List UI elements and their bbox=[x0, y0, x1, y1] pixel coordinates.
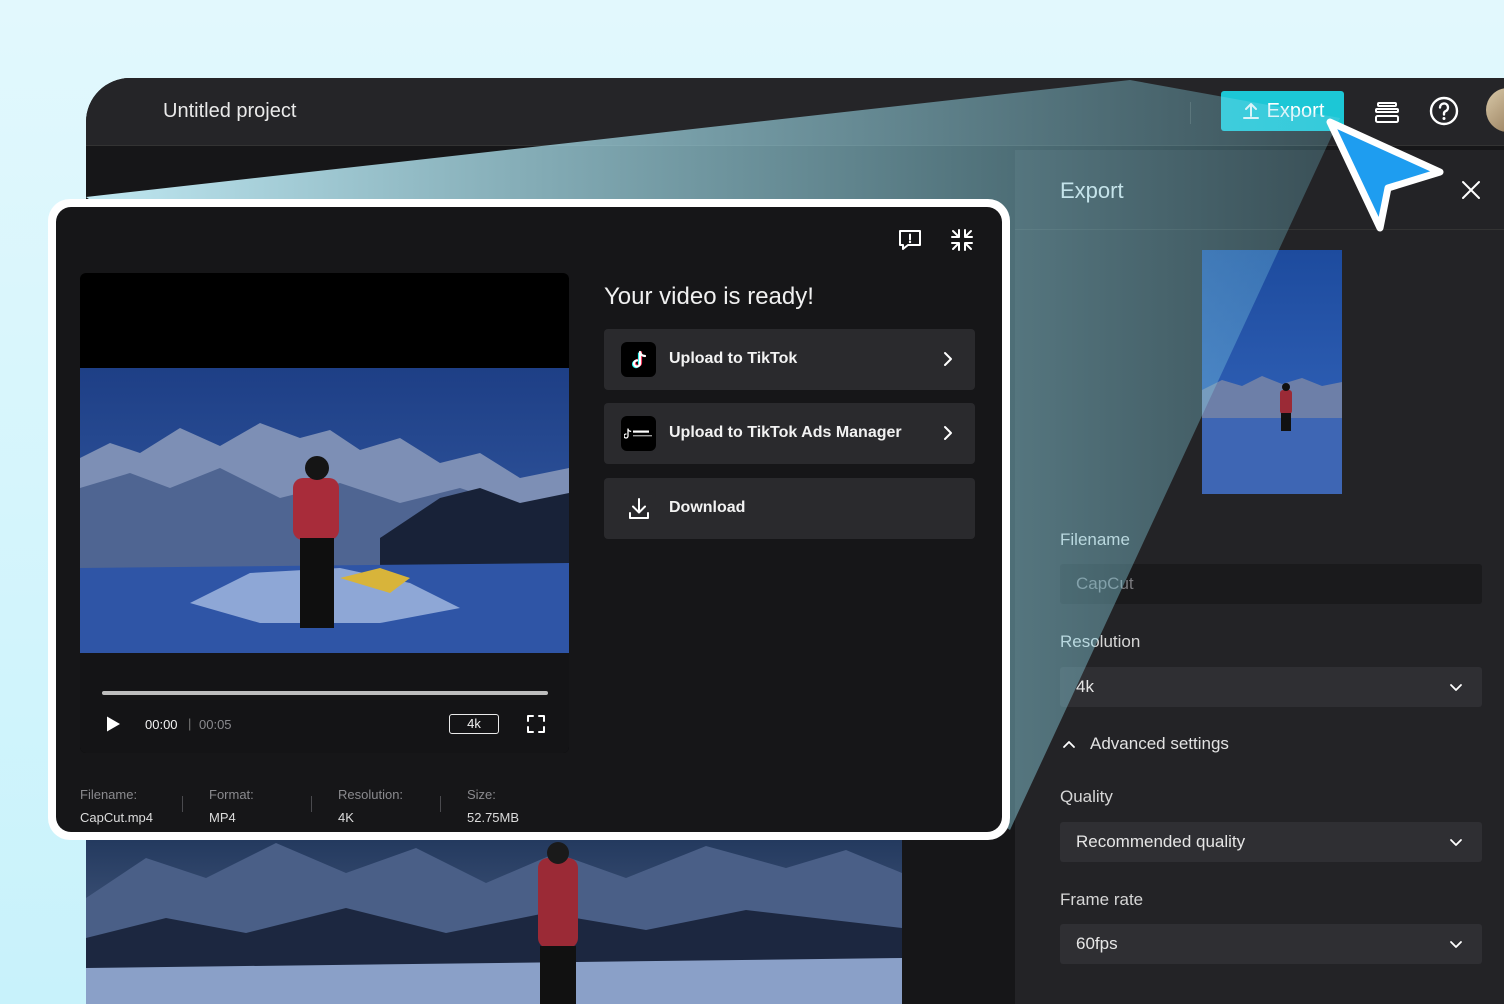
upload-tiktok-label: Upload to TikTok bbox=[669, 350, 798, 367]
meta-divider bbox=[440, 796, 441, 812]
download-label: Download bbox=[669, 499, 746, 516]
video-ready-modal: 00:00 | 00:05 4k Filename: CapCut.mp4 Fo… bbox=[48, 199, 1010, 840]
meta-format-key: Format: bbox=[209, 787, 254, 802]
resolution-label: Resolution bbox=[1060, 632, 1141, 651]
chevron-down-icon bbox=[1450, 839, 1462, 846]
toolbar-divider bbox=[1190, 102, 1191, 124]
meta-filename-key: Filename: bbox=[80, 787, 138, 802]
upload-tiktok-button[interactable]: Upload to TikTok bbox=[604, 329, 975, 390]
upload-tiktok-ads-label: Upload to TikTok Ads Manager bbox=[669, 424, 902, 441]
player-controls: 00:00 | 00:05 4k bbox=[80, 653, 569, 753]
advanced-settings-label: Advanced settings bbox=[1090, 734, 1229, 753]
top-bar: Untitled project Export bbox=[86, 78, 1504, 146]
meta-size-key: Size: bbox=[467, 787, 496, 802]
play-icon[interactable] bbox=[104, 715, 122, 733]
quality-value: Recommended quality bbox=[1076, 832, 1246, 851]
chevron-down-icon bbox=[1450, 941, 1462, 948]
meta-filename-value: CapCut.mp4 bbox=[80, 810, 153, 825]
export-button-label: Export bbox=[1266, 99, 1325, 122]
progress-bar[interactable] bbox=[102, 691, 548, 695]
video-frame bbox=[80, 368, 569, 653]
current-time: 00:00 bbox=[145, 717, 178, 732]
meta-size: Size: 52.75MB bbox=[467, 787, 519, 825]
total-time: 00:05 bbox=[199, 717, 232, 732]
avatar[interactable] bbox=[1486, 88, 1504, 132]
meta-size-value: 52.75MB bbox=[467, 810, 520, 825]
resolution-select[interactable]: 4k bbox=[1060, 667, 1482, 707]
meta-filename: Filename: CapCut.mp4 bbox=[80, 787, 153, 825]
framerate-select[interactable]: 60fps bbox=[1060, 924, 1482, 964]
quality-label: Quality bbox=[1060, 787, 1113, 806]
filename-label: Filename bbox=[1060, 530, 1130, 549]
chevron-up-icon bbox=[1063, 741, 1075, 748]
download-button[interactable]: Download bbox=[604, 478, 975, 539]
export-panel: Export Filename CapCut Resolution 4k Adv… bbox=[1015, 150, 1504, 1004]
tiktok-icon bbox=[621, 342, 656, 377]
chevron-right-icon bbox=[944, 426, 952, 440]
meta-format-value: MP4 bbox=[209, 810, 236, 825]
upload-tiktok-ads-button[interactable]: Upload to TikTok Ads Manager bbox=[604, 403, 975, 464]
video-ready-heading: Your video is ready! bbox=[604, 283, 814, 310]
project-title[interactable]: Untitled project bbox=[163, 100, 296, 123]
video-ready-modal-body: 00:00 | 00:05 4k Filename: CapCut.mp4 Fo… bbox=[56, 207, 1002, 832]
tiktok-business-icon bbox=[621, 416, 656, 451]
meta-divider bbox=[182, 796, 183, 812]
chevron-down-icon bbox=[1450, 684, 1462, 691]
feedback-icon[interactable] bbox=[897, 227, 923, 253]
meta-format: Format: MP4 bbox=[209, 787, 254, 825]
resolution-value: 4k bbox=[1076, 677, 1094, 696]
filename-input[interactable]: CapCut bbox=[1060, 564, 1482, 604]
canvas-video-preview bbox=[86, 838, 902, 1004]
export-panel-title: Export bbox=[1060, 178, 1124, 203]
fullscreen-icon[interactable] bbox=[527, 715, 545, 733]
export-upload-icon bbox=[1242, 103, 1259, 119]
advanced-settings-toggle[interactable]: Advanced settings bbox=[1060, 734, 1229, 754]
meta-resolution-value: 4K bbox=[338, 810, 354, 825]
meta-divider bbox=[311, 796, 312, 812]
meta-resolution-key: Resolution: bbox=[338, 787, 404, 802]
collapse-icon[interactable] bbox=[949, 227, 975, 253]
quality-select[interactable]: Recommended quality bbox=[1060, 822, 1482, 862]
framerate-label: Frame rate bbox=[1060, 890, 1144, 909]
video-player[interactable]: 00:00 | 00:05 4k bbox=[80, 273, 569, 753]
export-thumbnail bbox=[1202, 250, 1342, 494]
time-divider: | bbox=[188, 716, 192, 731]
chevron-right-icon bbox=[944, 352, 952, 366]
meta-resolution: Resolution: 4K bbox=[338, 787, 403, 825]
quality-badge[interactable]: 4k bbox=[449, 714, 499, 734]
download-icon bbox=[621, 491, 656, 526]
pointer-cursor-icon bbox=[1326, 118, 1444, 232]
framerate-value: 60fps bbox=[1076, 934, 1118, 953]
close-icon[interactable] bbox=[1459, 178, 1483, 202]
